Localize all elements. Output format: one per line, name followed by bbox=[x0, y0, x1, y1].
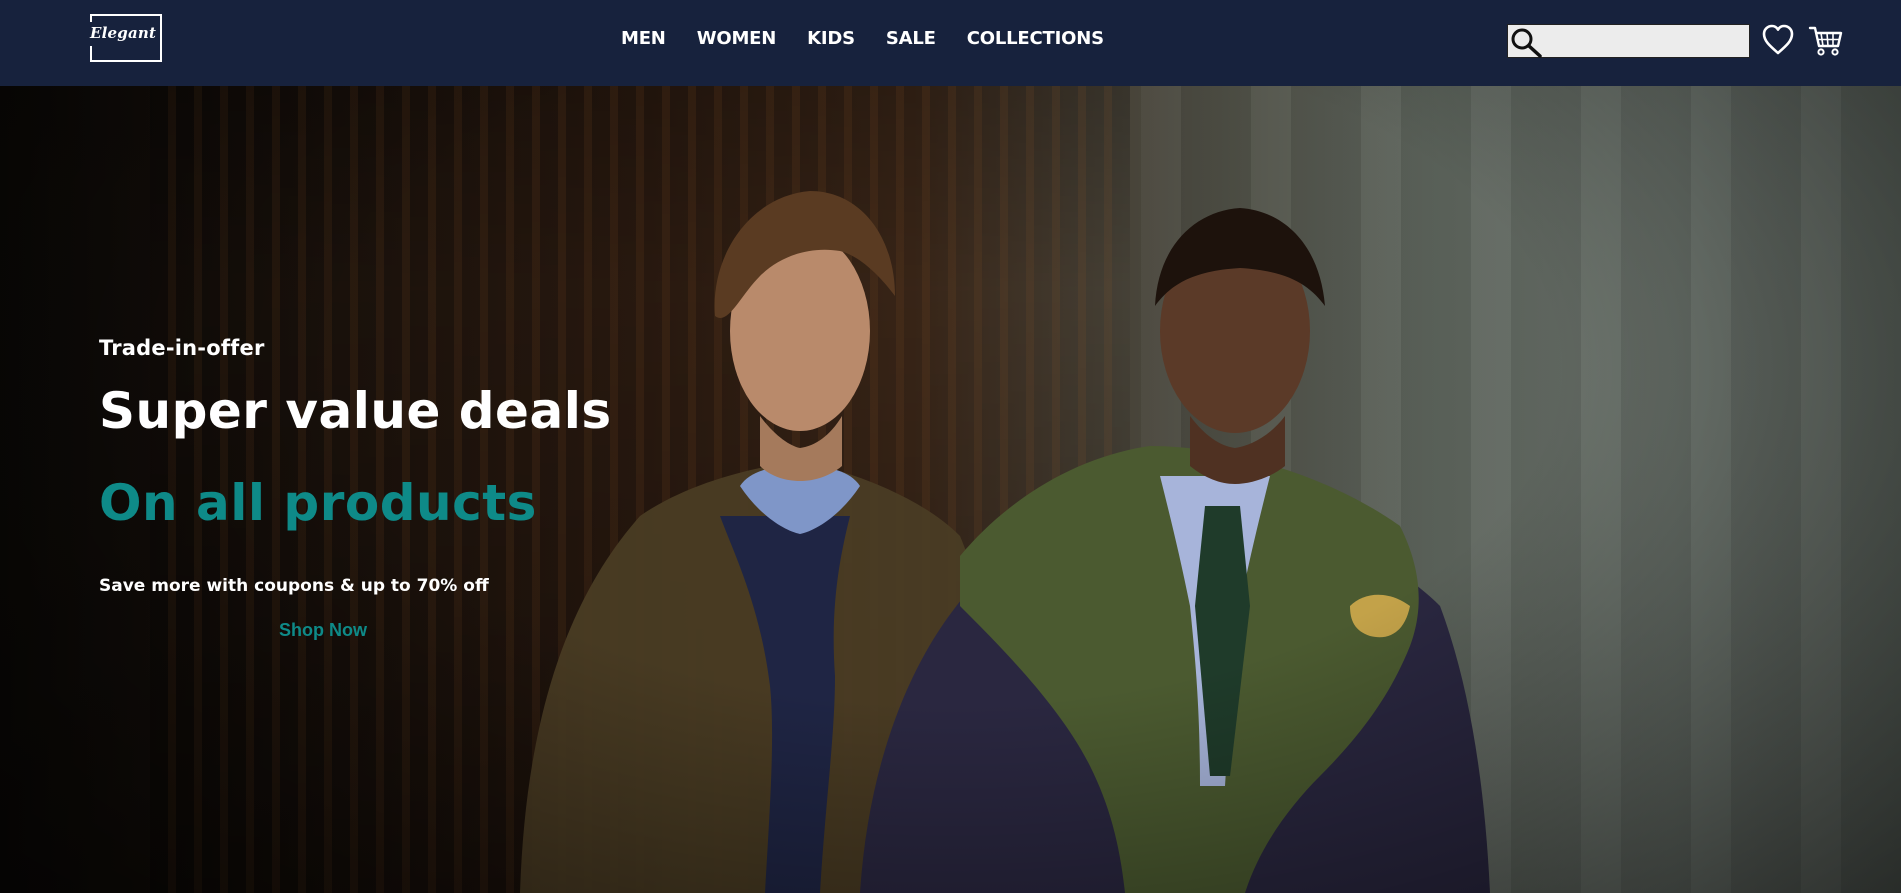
nav-item-collections[interactable]: COLLECTIONS bbox=[967, 28, 1104, 49]
hero-copy: Trade-in-offer Super value deals On all … bbox=[0, 86, 1901, 893]
main-navigation: MEN WOMEN KIDS SALE COLLECTIONS bbox=[621, 28, 1104, 49]
cart-icon[interactable] bbox=[1808, 22, 1844, 58]
search-input[interactable] bbox=[1546, 27, 1748, 57]
hero-headline: Super value deals bbox=[99, 382, 612, 440]
hero-subheadline: On all products bbox=[99, 474, 537, 532]
brand-logo[interactable]: Elegant bbox=[89, 14, 162, 62]
hero-eyebrow: Trade-in-offer bbox=[99, 336, 265, 360]
nav-item-sale[interactable]: SALE bbox=[886, 28, 936, 49]
logo-text: Elegant bbox=[90, 24, 157, 42]
search-icon[interactable] bbox=[1510, 26, 1544, 58]
hero-description: Save more with coupons & up to 70% off bbox=[99, 576, 489, 596]
nav-item-kids[interactable]: KIDS bbox=[807, 28, 855, 49]
site-header: Elegant MEN WOMEN KIDS SALE COLLECTIONS bbox=[0, 0, 1901, 86]
search-bar[interactable] bbox=[1507, 24, 1750, 58]
heart-icon[interactable] bbox=[1760, 22, 1796, 58]
hero-banner: Trade-in-offer Super value deals On all … bbox=[0, 86, 1901, 893]
nav-item-men[interactable]: MEN bbox=[621, 28, 666, 49]
nav-item-women[interactable]: WOMEN bbox=[697, 28, 777, 49]
shop-now-button[interactable]: Shop Now bbox=[279, 620, 367, 641]
